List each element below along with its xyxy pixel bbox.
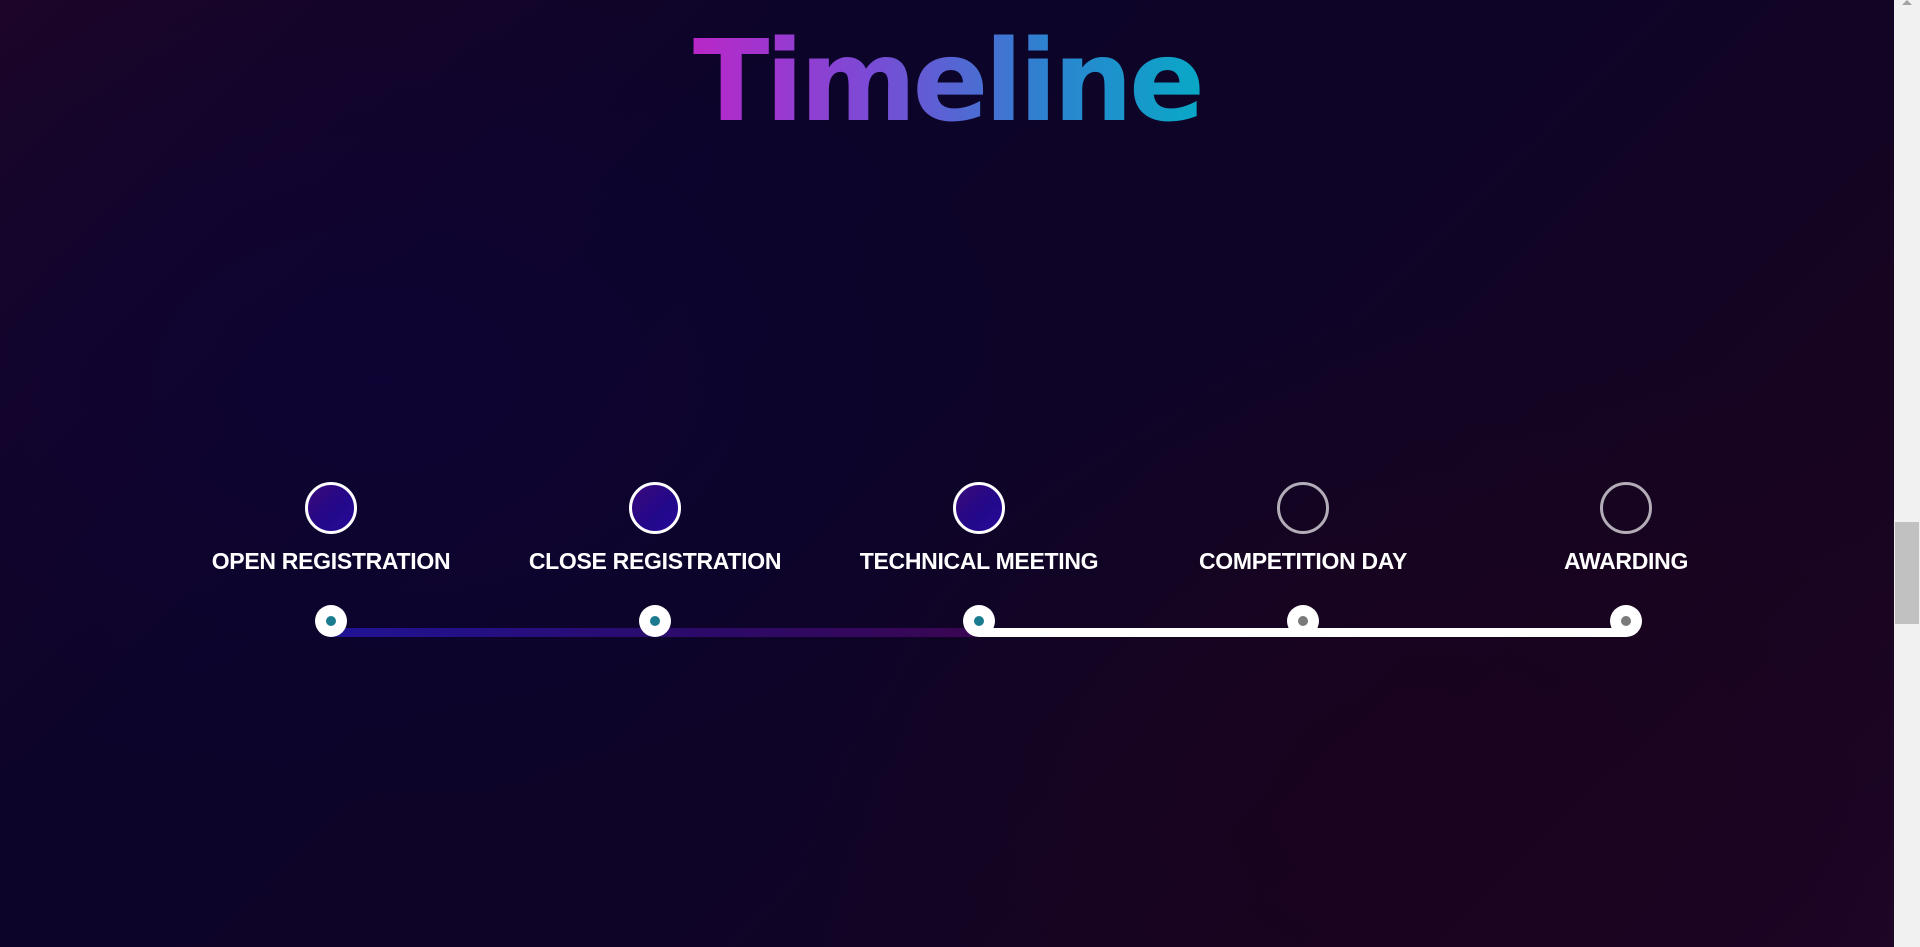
timeline-step-competition-day: COMPETITION DAY	[1153, 482, 1453, 575]
timeline-page: Timeline OPEN REGISTRATION CLOSE REGISTR…	[0, 0, 1894, 947]
step-status-circle	[953, 482, 1005, 534]
node-dot	[650, 616, 660, 626]
vertical-scrollbar[interactable]	[1894, 0, 1920, 947]
scroll-up-arrow-icon[interactable]	[1902, 0, 1912, 5]
step-label: AWARDING	[1563, 548, 1689, 574]
step-status-circle	[1600, 482, 1652, 534]
step-label: CLOSE REGISTRATION	[528, 548, 782, 574]
timeline-node	[639, 605, 671, 637]
node-dot	[1298, 616, 1308, 626]
timeline-step-awarding: AWARDING	[1476, 482, 1776, 575]
timeline-node	[963, 605, 995, 637]
step-status-circle	[629, 482, 681, 534]
scroll-thumb[interactable]	[1895, 522, 1919, 624]
timeline-step-open-registration: OPEN REGISTRATION	[181, 482, 481, 575]
node-dot	[974, 616, 984, 626]
timeline-node	[1287, 605, 1319, 637]
page-title-text: Timeline	[693, 12, 1205, 152]
timeline-node	[315, 605, 347, 637]
timeline-step-technical-meeting: TECHNICAL MEETING	[829, 482, 1129, 575]
step-label: OPEN REGISTRATION	[211, 548, 451, 574]
step-status-circle	[305, 482, 357, 534]
timeline-node	[1610, 605, 1642, 637]
step-status-circle	[1277, 482, 1329, 534]
page-title: Timeline	[0, 12, 1894, 152]
step-label: COMPETITION DAY	[1198, 548, 1408, 574]
step-label: TECHNICAL MEETING	[859, 548, 1099, 574]
timeline-step-close-registration: CLOSE REGISTRATION	[505, 482, 805, 575]
node-dot	[1621, 616, 1631, 626]
node-dot	[326, 616, 336, 626]
